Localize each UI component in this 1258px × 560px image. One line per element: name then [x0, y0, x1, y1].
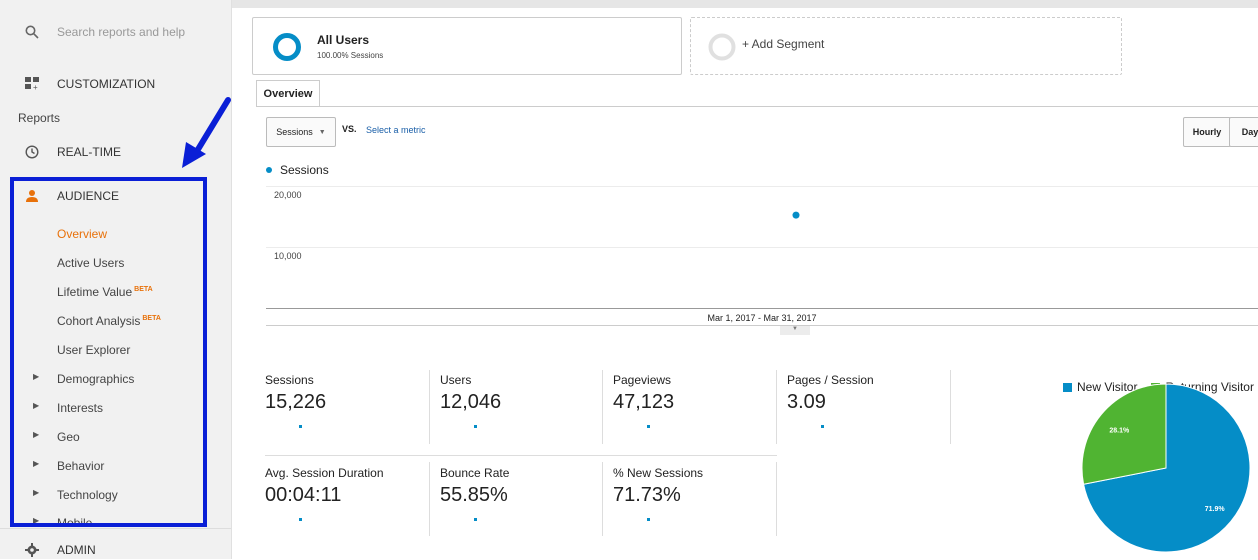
- metric-bounce-rate: Bounce Rate 55.85%: [440, 466, 600, 521]
- search-icon: [24, 24, 40, 40]
- sparkline: [647, 518, 650, 521]
- add-segment-button[interactable]: + Add Segment: [690, 17, 1122, 75]
- metric-name: Pageviews: [613, 373, 672, 387]
- sparkline: [299, 518, 302, 521]
- metric-value: 55.85%: [440, 484, 508, 506]
- metric-value: 12,046: [440, 391, 502, 413]
- collapse-handle[interactable]: ▼: [780, 326, 810, 335]
- sidebar-item-label: REAL-TIME: [57, 145, 122, 159]
- segment-sessions-pct: 100.00% Sessions: [317, 51, 384, 60]
- metric-pages-per-session: Pages / Session 3.09: [787, 373, 947, 428]
- metric-sessions: Sessions 15,226: [265, 373, 425, 428]
- visitor-pie-chart: 71.9% 28.1%: [1081, 383, 1251, 553]
- sparkline: [474, 425, 477, 428]
- metric-value: 15,226: [265, 391, 327, 413]
- metric-value: 71.73%: [613, 484, 681, 506]
- metric-name: Bounce Rate: [440, 466, 510, 480]
- metric-divider: [429, 462, 430, 536]
- sidebar-item-label: ADMIN: [57, 543, 96, 557]
- metric-name: % New Sessions: [613, 466, 704, 480]
- sparkline: [299, 425, 302, 428]
- metric-name: Users: [440, 373, 472, 387]
- metric-divider: [776, 462, 777, 536]
- add-segment-label: + Add Segment: [742, 37, 825, 51]
- metric-divider: [776, 370, 777, 444]
- sidebar-item-customization[interactable]: + CUSTOMIZATION: [0, 72, 231, 96]
- search-row[interactable]: Search reports and help: [0, 20, 231, 44]
- metric-name: Pages / Session: [787, 373, 874, 387]
- segment-all-users[interactable]: All Users 100.00% Sessions: [252, 17, 682, 75]
- day-button[interactable]: Day: [1229, 117, 1258, 147]
- metric-divider: [950, 370, 951, 444]
- segment-ring-empty-icon: [708, 33, 736, 61]
- sessions-data-point[interactable]: [792, 211, 800, 219]
- sparkline: [647, 425, 650, 428]
- segment-ring-icon: [273, 33, 301, 61]
- metric-select-value: Sessions: [276, 127, 313, 137]
- reports-heading-label: Reports: [18, 111, 61, 125]
- metric-name: Avg. Session Duration: [265, 466, 384, 480]
- metric-pageviews: Pageviews 47,123: [613, 373, 773, 428]
- x-axis-line: [266, 308, 1258, 309]
- metric-divider: [602, 462, 603, 536]
- sessions-chart: [792, 211, 800, 219]
- pie-label-returning-visitor: 28.1%: [1109, 428, 1130, 435]
- select-metric-link[interactable]: Select a metric: [366, 125, 426, 135]
- metric-new-sessions: % New Sessions 71.73%: [613, 466, 773, 521]
- metric-row-divider: [265, 455, 777, 456]
- sparkline: [821, 425, 824, 428]
- audience-highlight-box: [10, 177, 207, 527]
- range-divider: [266, 325, 1258, 326]
- sidebar: Search reports and help + CUSTOMIZATION …: [0, 0, 232, 559]
- date-range-label: Mar 1, 2017 - Mar 31, 2017: [707, 313, 817, 323]
- pie-label-new-visitor: 71.9%: [1205, 506, 1226, 513]
- clock-icon: [24, 144, 40, 160]
- metric-value: 00:04:11: [265, 484, 342, 506]
- legend-swatch-icon: [1063, 382, 1072, 392]
- metric-select[interactable]: Sessions ▼: [266, 117, 336, 147]
- search-input[interactable]: Search reports and help: [57, 25, 185, 39]
- metric-value: 3.09: [787, 391, 826, 413]
- gear-icon: [24, 542, 40, 558]
- segment-name: All Users: [317, 33, 370, 47]
- chevron-down-icon: ▼: [318, 128, 326, 136]
- hourly-button[interactable]: Hourly: [1183, 117, 1231, 147]
- top-bar: [232, 0, 1258, 8]
- metric-value: 47,123: [613, 391, 675, 413]
- metric-divider: [429, 370, 430, 444]
- metric-name: Sessions: [265, 373, 314, 387]
- chart-legend: Sessions: [266, 163, 329, 177]
- legend-dot-icon: [266, 167, 272, 173]
- metric-divider: [602, 370, 603, 444]
- tab-underline: [256, 106, 1258, 107]
- tab-overview[interactable]: Overview: [256, 80, 320, 107]
- sidebar-divider: [0, 528, 231, 529]
- metric-avg-session-duration: Avg. Session Duration 00:04:11: [265, 466, 425, 521]
- svg-text:+: +: [33, 83, 38, 91]
- vs-label: VS.: [342, 124, 357, 134]
- metric-users: Users 12,046: [440, 373, 600, 428]
- sidebar-item-admin[interactable]: ADMIN: [0, 540, 231, 560]
- legend-series-label: Sessions: [280, 163, 329, 177]
- sparkline: [474, 518, 477, 521]
- dashboard-grid-icon: +: [24, 76, 40, 92]
- chevron-down-icon: ▼: [792, 326, 798, 332]
- annotation-arrow-icon: [182, 97, 231, 168]
- sidebar-item-label: CUSTOMIZATION: [57, 77, 156, 91]
